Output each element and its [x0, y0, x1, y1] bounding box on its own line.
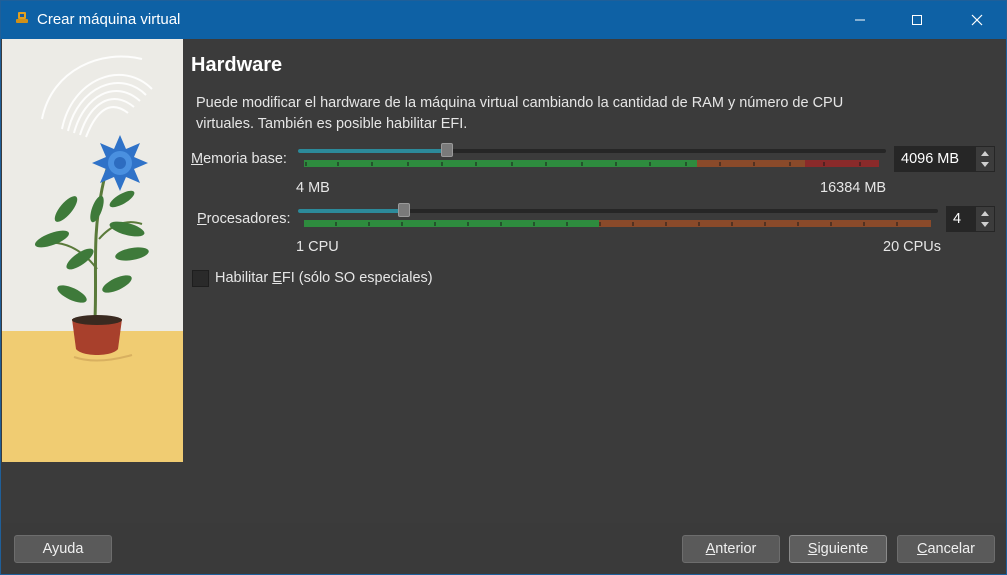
cancel-button[interactable]: Cancelar [897, 535, 995, 563]
efi-label-mnemonic: E [272, 270, 282, 286]
memory-max-label: 16384 MB [820, 180, 887, 196]
title-bar[interactable]: Crear máquina virtual [1, 1, 1006, 39]
memory-spin-buttons [976, 147, 994, 171]
maximize-button[interactable] [889, 1, 945, 39]
cpu-label: Procesadores: [197, 211, 291, 227]
back-button-mnemonic: A [705, 541, 716, 557]
efi-label[interactable]: Habilitar EFI (sólo SO especiales) [215, 270, 433, 286]
wizard-illustration [2, 39, 183, 462]
spin-down-icon[interactable] [979, 160, 991, 170]
cpu-max-label: 20 CPUs [883, 239, 942, 255]
cpu-min-label: 1 CPU [296, 239, 339, 255]
cpu-scale-ticks [335, 222, 898, 226]
page-description: Puede modificar el hardware de la máquin… [196, 95, 844, 132]
memory-spinbox[interactable]: 4096 MB [894, 146, 995, 172]
efi-label-after: FI (sólo SO especiales) [281, 270, 433, 286]
memory-label-mnemonic: M [191, 151, 204, 167]
efi-label-before: Habilitar [215, 270, 273, 286]
spin-up-icon[interactable] [979, 148, 991, 158]
cpu-slider-fill [298, 209, 404, 213]
back-button-text: nterior [715, 541, 757, 557]
cpu-label-mnemonic: P [197, 211, 207, 227]
memory-scale-ticks [305, 162, 861, 166]
cpu-scale [304, 220, 931, 227]
cpu-spin-buttons [976, 207, 994, 231]
cancel-button-mnemonic: C [916, 541, 928, 557]
dialog-window: Crear máquina virtual Hardware Puede mod… [0, 0, 1007, 575]
maximize-icon [912, 15, 922, 25]
memory-slider-handle[interactable] [441, 143, 453, 157]
memory-scale [304, 160, 879, 167]
help-button[interactable]: Ayuda [14, 535, 112, 563]
page-heading: Hardware [191, 54, 283, 76]
memory-min-label: 4 MB [296, 180, 330, 196]
close-icon [971, 14, 983, 26]
memory-value[interactable]: 4096 MB [901, 151, 959, 167]
spin-up-icon[interactable] [979, 208, 991, 218]
virtualbox-app-icon [16, 12, 28, 23]
window-title: Crear máquina virtual [37, 11, 181, 28]
memory-slider[interactable] [298, 143, 886, 157]
memory-label: Memoria base: [191, 151, 287, 167]
minimize-button[interactable] [832, 1, 888, 39]
memory-slider-fill [298, 149, 447, 153]
spin-down-icon[interactable] [979, 220, 991, 230]
minimize-icon [855, 19, 865, 21]
cpu-spinbox[interactable]: 4 [946, 206, 995, 232]
next-button[interactable]: Siguiente [789, 535, 887, 563]
cpu-slider-handle[interactable] [398, 203, 410, 217]
cancel-button-text: ancelar [927, 541, 976, 557]
next-button-mnemonic: S [807, 541, 818, 557]
close-button[interactable] [949, 1, 1005, 39]
memory-label-text: emoria base: [203, 151, 287, 167]
back-button[interactable]: Anterior [682, 535, 780, 563]
efi-checkbox[interactable] [192, 270, 209, 287]
cpu-slider[interactable] [298, 203, 938, 217]
cpu-label-text: rocesadores: [206, 211, 291, 227]
next-button-text: iguiente [817, 541, 869, 557]
cpu-value[interactable]: 4 [953, 211, 961, 227]
